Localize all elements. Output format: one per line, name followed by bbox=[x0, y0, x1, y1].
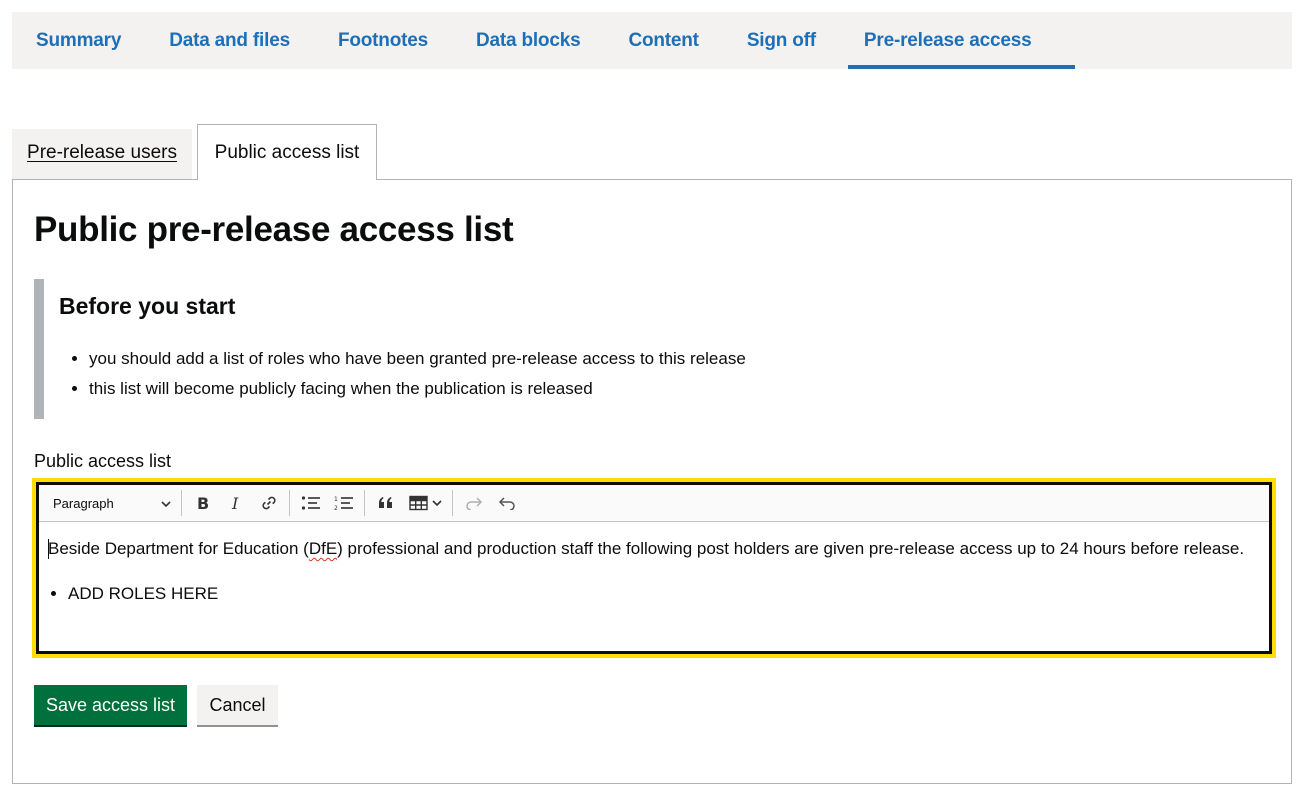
inset-list: you should add a list of roles who have … bbox=[59, 344, 746, 404]
svg-text:1: 1 bbox=[334, 496, 338, 503]
rich-text-editor: Paragraph B I 1 2 Beside Department for … bbox=[32, 478, 1276, 658]
insert-table-button[interactable] bbox=[402, 488, 448, 518]
list-item: this list will become publicly facing wh… bbox=[89, 374, 746, 404]
editor-toolbar: Paragraph B I 1 2 bbox=[39, 485, 1269, 522]
nav-sign-off[interactable]: Sign off bbox=[747, 12, 816, 69]
tab-pre-release-users-label[interactable]: Pre-release users bbox=[27, 142, 177, 163]
svg-text:2: 2 bbox=[334, 505, 338, 511]
nav-footnotes[interactable]: Footnotes bbox=[338, 12, 428, 69]
toolbar-separator bbox=[181, 490, 182, 516]
bulleted-list-button[interactable] bbox=[294, 488, 327, 518]
link-icon bbox=[260, 494, 278, 512]
editor-label: Public access list bbox=[34, 451, 172, 471]
italic-icon: I bbox=[228, 495, 244, 511]
svg-text:I: I bbox=[231, 495, 239, 511]
editor-paragraph: Beside Department for Education (DfE) pr… bbox=[48, 536, 1259, 561]
italic-button[interactable]: I bbox=[219, 488, 252, 518]
numbered-list-icon: 12 bbox=[334, 495, 354, 511]
nav-pre-release-access[interactable]: Pre-release access bbox=[847, 12, 1076, 69]
table-icon bbox=[408, 495, 429, 511]
tab-public-access-list[interactable]: Public access list bbox=[197, 124, 377, 180]
list-item: you should add a list of roles who have … bbox=[89, 344, 746, 374]
undo-icon bbox=[498, 496, 516, 510]
cancel-button[interactable]: Cancel bbox=[197, 685, 278, 725]
redo-icon bbox=[465, 496, 483, 510]
toolbar-separator bbox=[364, 490, 365, 516]
chevron-down-icon bbox=[161, 496, 171, 511]
block-quote-button[interactable] bbox=[369, 488, 402, 518]
text-caret bbox=[48, 539, 49, 559]
tab-public-access-list-label: Public access list bbox=[214, 142, 360, 163]
editor-frame: Paragraph B I 1 2 Beside Department for … bbox=[36, 482, 1272, 654]
tab-panel: Public pre-release access list Before yo… bbox=[12, 179, 1292, 784]
inset-text: Before you start you should add a list o… bbox=[34, 279, 834, 419]
section-navigation: Summary Data and files Footnotes Data bl… bbox=[12, 12, 1292, 69]
bold-button[interactable]: B bbox=[186, 488, 219, 518]
chevron-down-icon bbox=[431, 499, 442, 507]
bulleted-list-icon bbox=[301, 495, 321, 511]
editor-content[interactable]: Beside Department for Education (DfE) pr… bbox=[39, 522, 1269, 606]
page-title: Public pre-release access list bbox=[34, 210, 514, 249]
svg-text:B: B bbox=[197, 495, 209, 511]
editor-text-after: ) professional and production staff the … bbox=[337, 539, 1245, 558]
undo-button[interactable] bbox=[490, 488, 523, 518]
bold-icon: B bbox=[195, 495, 211, 511]
toolbar-separator bbox=[289, 490, 290, 516]
block-quote-icon bbox=[378, 496, 394, 510]
list-item: ADD ROLES HERE bbox=[68, 581, 1259, 606]
nav-summary[interactable]: Summary bbox=[36, 12, 121, 69]
editor-list: ADD ROLES HERE bbox=[48, 581, 1259, 606]
nav-data-blocks[interactable]: Data blocks bbox=[476, 12, 581, 69]
spellcheck-word: DfE bbox=[308, 539, 338, 558]
numbered-list-button[interactable]: 12 bbox=[327, 488, 360, 518]
block-format-dropdown[interactable]: Paragraph bbox=[47, 489, 177, 517]
toolbar-separator bbox=[452, 490, 453, 516]
link-button[interactable] bbox=[252, 488, 285, 518]
nav-content[interactable]: Content bbox=[628, 12, 699, 69]
tab-pre-release-users[interactable]: Pre-release users bbox=[12, 129, 192, 179]
block-format-value: Paragraph bbox=[53, 495, 114, 511]
save-access-list-button[interactable]: Save access list bbox=[34, 685, 187, 725]
redo-button[interactable] bbox=[457, 488, 490, 518]
inset-heading: Before you start bbox=[59, 293, 236, 319]
nav-data-and-files[interactable]: Data and files bbox=[169, 12, 290, 69]
editor-text-before: Beside Department for Education ( bbox=[48, 539, 309, 558]
